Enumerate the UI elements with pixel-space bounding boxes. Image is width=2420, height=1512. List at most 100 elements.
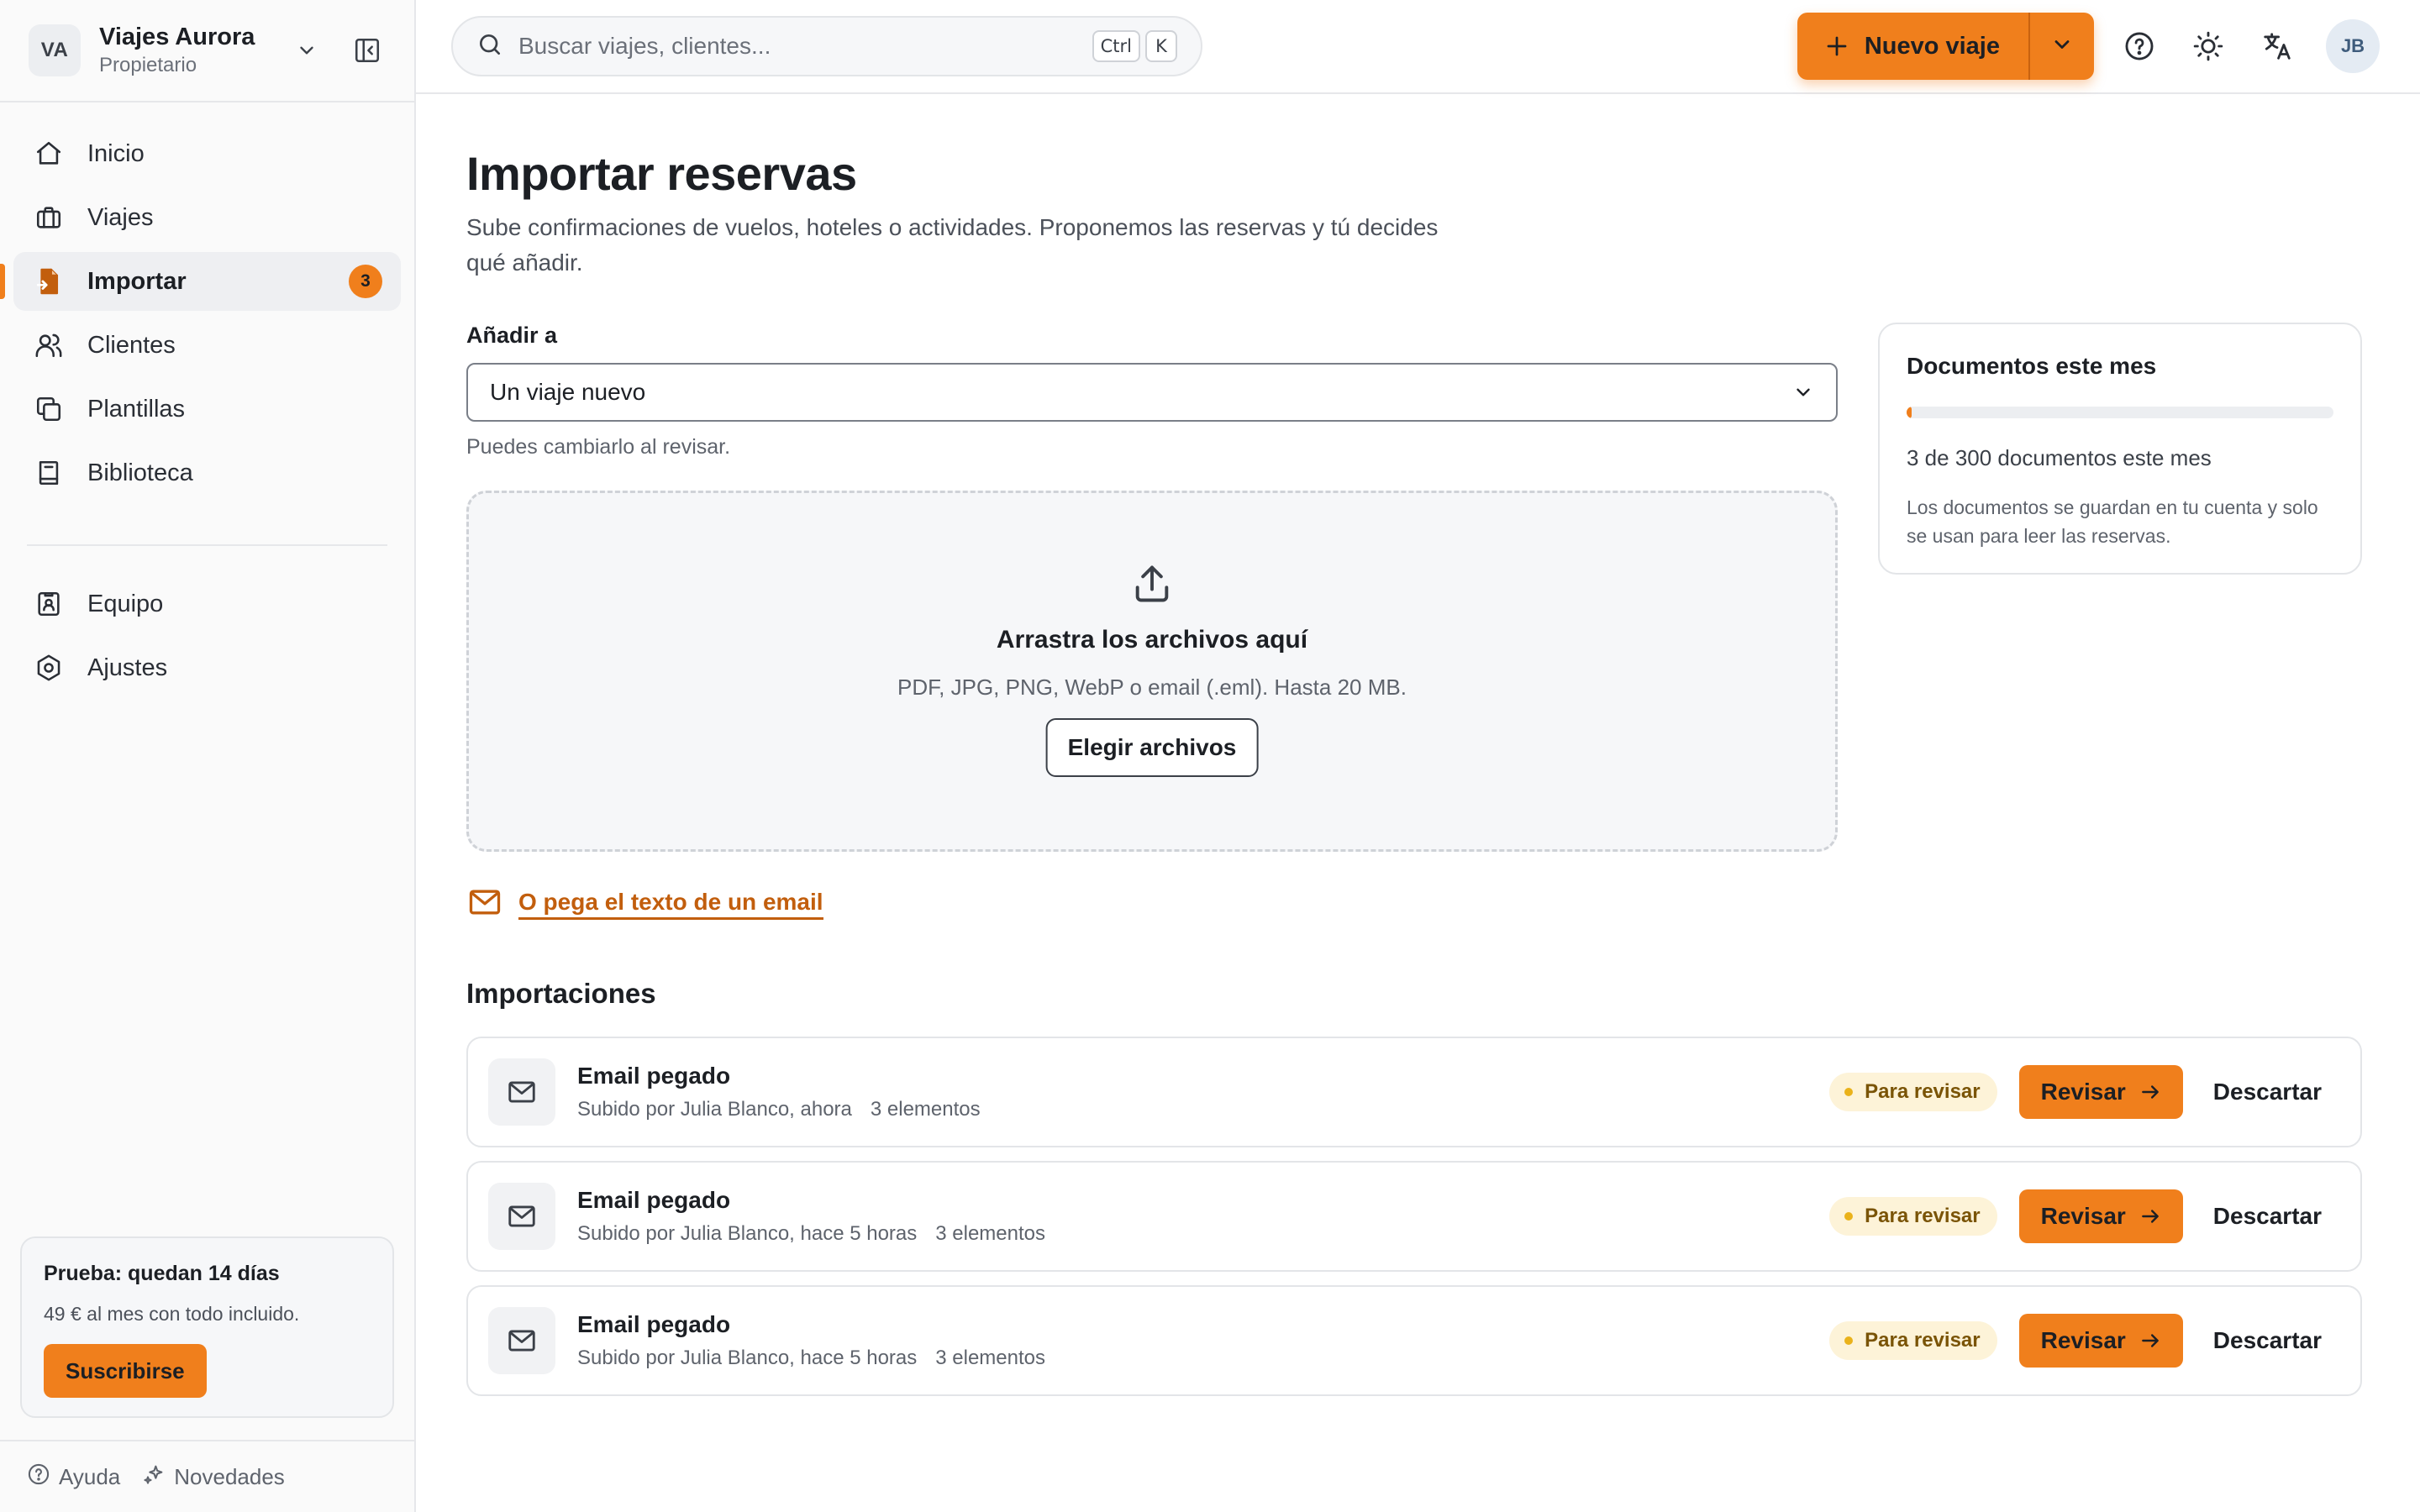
imports-list: Email pegado Subido por Julia Blanco, ah… — [466, 1037, 2362, 1410]
import-row: Email pegado Subido por Julia Blanco, ah… — [466, 1037, 2362, 1147]
chevron-down-icon[interactable] — [290, 34, 324, 67]
review-label: Revisar — [2040, 1327, 2126, 1353]
trial-title: Prueba: quedan 14 días — [44, 1262, 280, 1285]
sidebar-item-label: Equipo — [87, 590, 164, 617]
sidebar-item-ajustes[interactable]: Ajustes — [13, 638, 401, 697]
imports-title: Importaciones — [466, 978, 656, 1009]
import-uploader: Subido por Julia Blanco, hace 5 horas — [577, 1347, 918, 1369]
dropzone-formats: PDF, JPG, PNG, WebP o email (.eml). Hast… — [897, 675, 1407, 700]
add-to-value: Un viaje nuevo — [490, 379, 646, 405]
add-to-label: Añadir a — [466, 323, 558, 348]
new-trip-button[interactable]: Nuevo viaje — [1797, 13, 2028, 80]
users-icon — [32, 328, 66, 362]
status-label: Para revisar — [1865, 1080, 1981, 1103]
import-row: Email pegado Subido por Julia Blanco, ha… — [466, 1161, 2362, 1272]
status-label: Para revisar — [1865, 1205, 1981, 1227]
file-dropzone[interactable]: Arrastra los archivos aquí PDF, JPG, PNG… — [466, 491, 1838, 852]
status-badge: Para revisar — [1829, 1073, 1997, 1111]
import-meta: Subido por Julia Blanco, hace 5 horas 3 e… — [577, 1220, 1829, 1248]
topbar: Buscar viajes, clientes... Ctrl K Nuevo … — [416, 0, 2420, 94]
home-icon — [32, 137, 66, 171]
topbar-actions: Nuevo viaje JB — [1797, 13, 2380, 80]
add-to-help: Puedes cambiarlo al revisar. — [466, 435, 731, 459]
help-circle-icon — [27, 1462, 50, 1492]
discard-button[interactable]: Descartar — [2213, 1079, 2322, 1105]
news-link[interactable]: Novedades — [142, 1462, 285, 1492]
search-icon — [476, 31, 503, 62]
add-to-select[interactable]: Un viaje nuevo — [466, 363, 1838, 422]
documents-usage-card: Documentos este mes 3 de 300 documentos … — [1878, 323, 2362, 575]
sidebar-item-label: Inicio — [87, 139, 145, 167]
sidebar-item-label: Ajustes — [87, 654, 168, 681]
sidebar-divider — [27, 544, 387, 546]
gear-icon — [32, 651, 66, 685]
docs-count: 3 de 300 documentos este mes — [1907, 445, 2212, 470]
help-icon[interactable] — [2116, 23, 2163, 70]
review-button[interactable]: Revisar — [2018, 1065, 2183, 1119]
paste-email-link[interactable]: O pega el texto de un email — [466, 884, 823, 925]
news-label: Novedades — [174, 1463, 285, 1489]
discard-button[interactable]: Descartar — [2213, 1327, 2322, 1354]
sidebar-item-plantillas[interactable]: Plantillas — [13, 380, 401, 438]
import-title: Email pegado — [577, 1063, 731, 1089]
status-dot — [1844, 1088, 1854, 1096]
status-dot — [1844, 1212, 1854, 1221]
import-file-icon — [32, 265, 66, 298]
sun-icon[interactable] — [2185, 23, 2232, 70]
docs-progress-fill — [1907, 407, 1912, 418]
sidebar-item-label: Clientes — [87, 331, 176, 359]
import-title: Email pegado — [577, 1187, 731, 1213]
workspace-name: Viajes Aurora — [99, 24, 255, 50]
sidebar-item-equipo[interactable]: Equipo — [13, 575, 401, 633]
review-button[interactable]: Revisar — [2018, 1189, 2183, 1243]
import-meta: Subido por Julia Blanco, ahora 3 elemento… — [577, 1095, 1829, 1124]
docs-progress-bar — [1907, 407, 2333, 418]
arrow-right-icon — [2139, 1205, 2161, 1227]
import-count: 3 elementos — [935, 1347, 1046, 1369]
import-count: 3 elementos — [870, 1098, 981, 1121]
help-label: Ayuda — [59, 1463, 121, 1489]
new-trip-split-button: Nuevo viaje — [1797, 13, 2094, 80]
trial-subtitle: 49 € al mes con todo incluido. — [44, 1303, 300, 1325]
sidebar: VA Viajes Aurora Propietario Inicio Viaj… — [0, 0, 416, 1512]
workspace-avatar: VA — [29, 24, 81, 76]
sidebar-item-label: Plantillas — [87, 395, 186, 423]
discard-button[interactable]: Descartar — [2213, 1203, 2322, 1230]
status-dot — [1844, 1336, 1854, 1345]
help-link[interactable]: Ayuda — [27, 1462, 120, 1492]
choose-files-button[interactable]: Elegir archivos — [1045, 718, 1259, 777]
sidebar-item-viajes[interactable]: Viajes — [13, 188, 401, 247]
templates-icon — [32, 392, 66, 426]
translate-icon[interactable] — [2254, 23, 2301, 70]
mail-icon — [488, 1183, 555, 1250]
sidebar-item-label: Importar — [87, 267, 187, 295]
sidebar-item-importar[interactable]: Importar 3 — [0, 252, 401, 311]
book-icon — [32, 456, 66, 490]
collapse-sidebar-icon[interactable] — [349, 32, 386, 69]
subscribe-button[interactable]: Suscribirse — [44, 1344, 207, 1398]
new-trip-menu-button[interactable] — [2030, 13, 2094, 80]
sidebar-item-clientes[interactable]: Clientes — [13, 316, 401, 375]
import-info: Email pegado Subido por Julia Blanco, ha… — [577, 1309, 1829, 1373]
review-button[interactable]: Revisar — [2018, 1314, 2183, 1368]
upload-icon — [1130, 562, 1174, 610]
trial-card: Prueba: quedan 14 días 49 € al mes con t… — [20, 1236, 394, 1418]
search-input[interactable]: Buscar viajes, clientes... Ctrl K — [451, 16, 1202, 76]
main-area: Buscar viajes, clientes... Ctrl K Nuevo … — [416, 0, 2420, 1512]
sidebar-item-inicio[interactable]: Inicio — [13, 124, 401, 183]
arrow-right-icon — [2139, 1330, 2161, 1352]
page-subtitle: Sube confirmaciones de vuelos, hoteles o… — [466, 214, 1439, 276]
user-avatar[interactable]: JB — [2326, 19, 2380, 73]
paste-email-label: O pega el texto de un email — [518, 889, 823, 920]
import-uploader: Subido por Julia Blanco, hace 5 horas — [577, 1222, 918, 1245]
import-title: Email pegado — [577, 1311, 731, 1337]
sidebar-item-biblioteca[interactable]: Biblioteca — [13, 444, 401, 502]
team-badge-icon — [32, 587, 66, 621]
briefcase-icon — [32, 201, 66, 234]
sidebar-item-label: Viajes — [87, 203, 154, 231]
workspace-switcher[interactable]: VA Viajes Aurora Propietario — [0, 0, 414, 102]
import-meta: Subido por Julia Blanco, hace 5 horas 3 e… — [577, 1344, 1829, 1373]
mail-icon — [488, 1058, 555, 1126]
import-uploader: Subido por Julia Blanco, ahora — [577, 1098, 852, 1121]
import-count-badge: 3 — [349, 265, 382, 298]
